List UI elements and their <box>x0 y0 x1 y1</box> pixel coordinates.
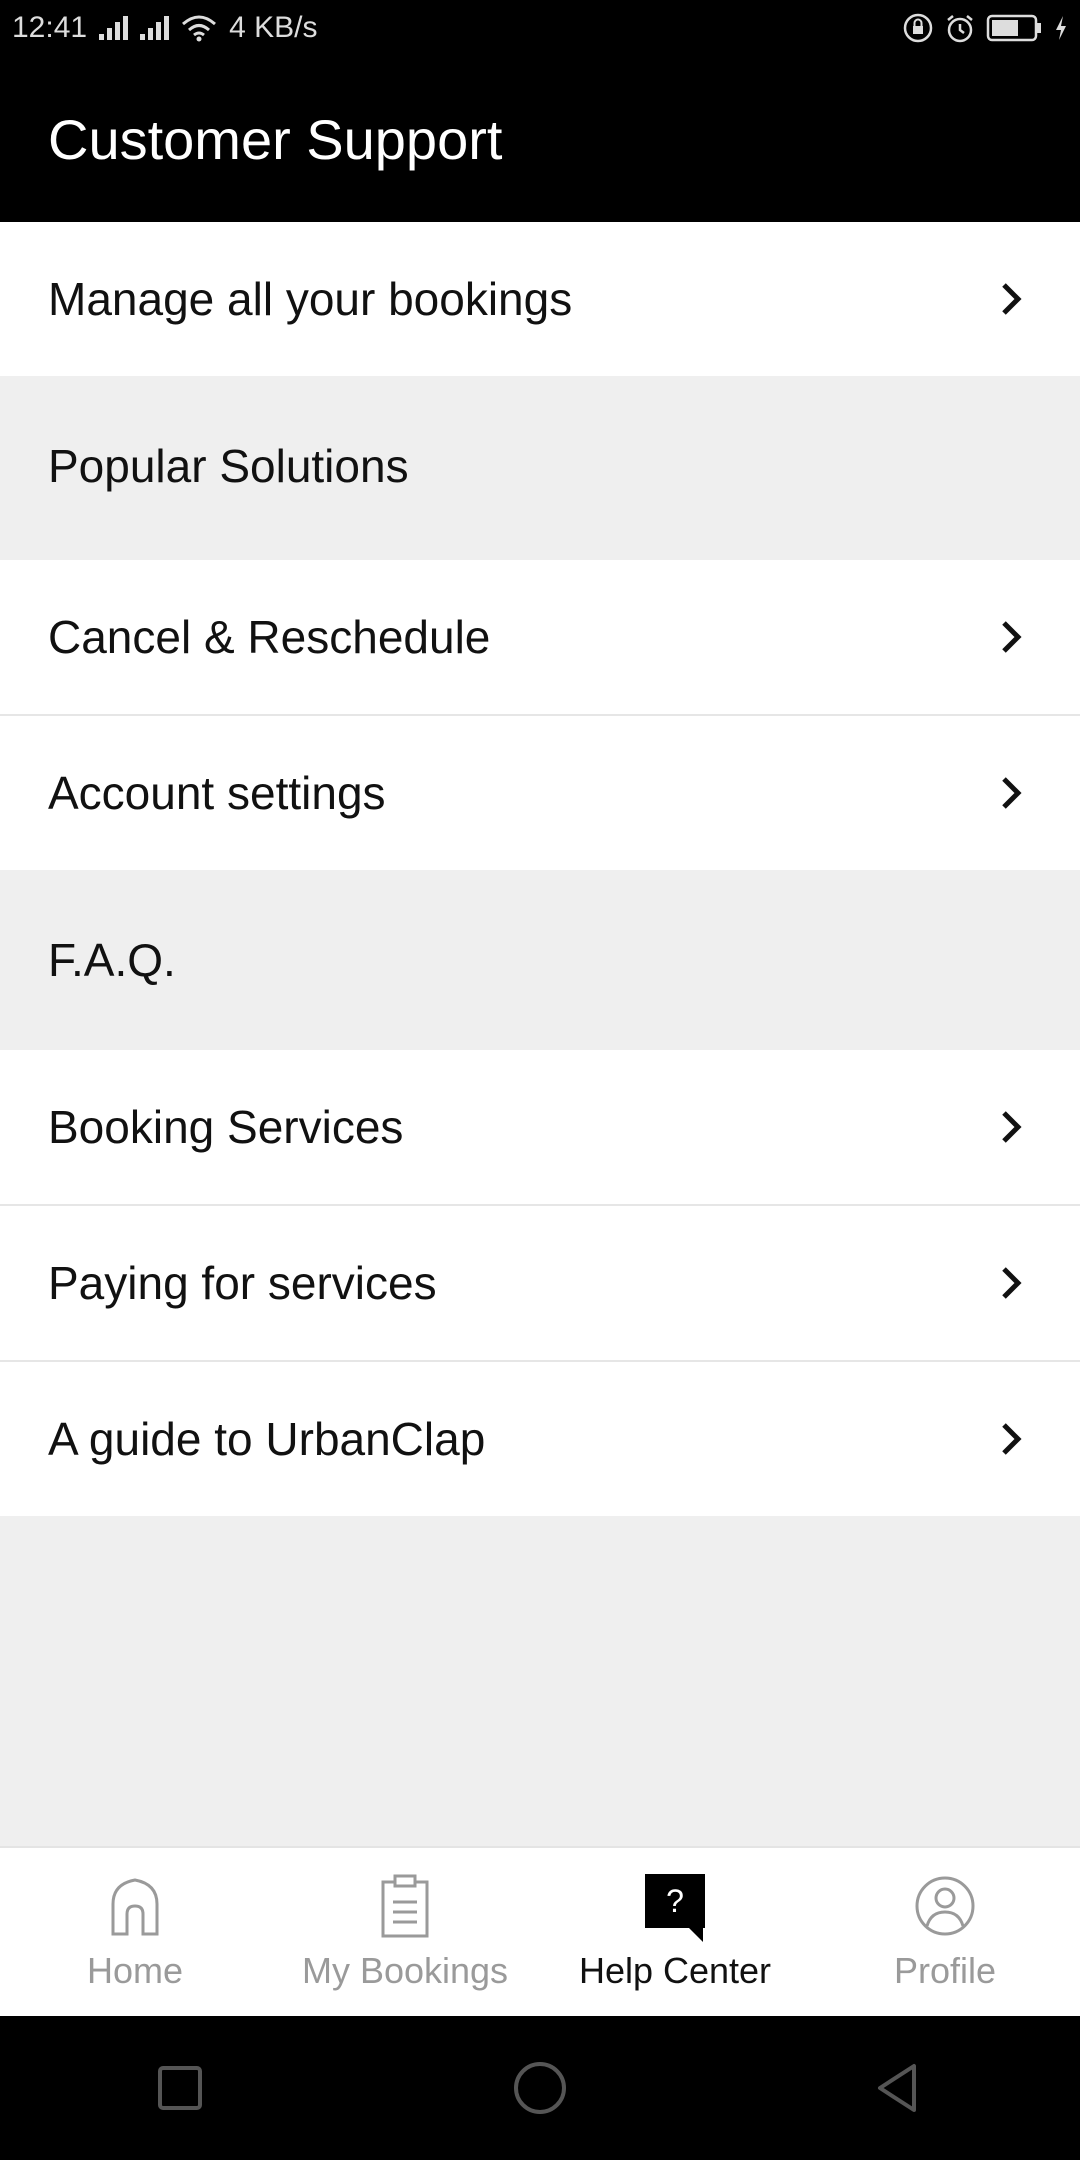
paying-for-services-row[interactable]: Paying for services <box>0 1206 1080 1360</box>
status-time: 12:41 <box>12 11 88 44</box>
manage-bookings-label: Manage all your bookings <box>48 273 573 325</box>
cancel-reschedule-row[interactable]: Cancel & Reschedule <box>0 560 1080 714</box>
guide-urbanclap-label: A guide to UrbanClap <box>48 1413 486 1465</box>
faq-header: F.A.Q. <box>0 870 1080 1050</box>
paying-for-services-label: Paying for services <box>48 1257 437 1309</box>
rotation-lock-icon <box>903 13 933 43</box>
manage-bookings-row[interactable]: Manage all your bookings <box>0 222 1080 376</box>
booking-services-label: Booking Services <box>48 1101 404 1153</box>
account-settings-label: Account settings <box>48 767 386 819</box>
help-center-glyph: ? <box>666 1883 684 1919</box>
tab-profile[interactable]: Profile <box>810 1848 1080 2016</box>
network-speed: 4 KB/s <box>229 11 318 44</box>
chevron-right-icon <box>1002 777 1022 809</box>
battery-icon <box>986 14 1041 42</box>
signal-icon <box>99 16 129 40</box>
page-title: Customer Support <box>48 107 503 171</box>
booking-services-row[interactable]: Booking Services <box>0 1050 1080 1204</box>
chevron-right-icon <box>1002 1111 1022 1143</box>
chevron-right-icon <box>1002 1267 1022 1299</box>
account-settings-row[interactable]: Account settings <box>0 716 1080 870</box>
tab-profile-label: Profile <box>893 1950 997 1991</box>
help-center-icon: ? <box>645 1874 705 1942</box>
bookings-icon <box>381 1874 429 1938</box>
alarm-icon <box>947 15 973 43</box>
faq-label: F.A.Q. <box>48 934 176 986</box>
recents-icon[interactable] <box>150 2058 210 2118</box>
home-button-icon[interactable] <box>510 2058 570 2118</box>
status-bar: 12:41 4 KB/s <box>0 0 1080 56</box>
tab-help-center[interactable]: ? Help Center <box>540 1848 810 2016</box>
back-icon[interactable] <box>870 2058 930 2118</box>
chevron-right-icon <box>1002 621 1022 653</box>
signal-icon <box>140 16 170 40</box>
popular-solutions-label: Popular Solutions <box>48 440 409 492</box>
bottom-tab-bar: Home My Bookings ? Help Center Profile <box>0 1846 1080 2016</box>
chevron-right-icon <box>1002 1423 1022 1455</box>
guide-urbanclap-row[interactable]: A guide to UrbanClap <box>0 1362 1080 1516</box>
tab-help-center-label: Help Center <box>578 1950 772 1991</box>
system-nav-bar <box>0 2016 1080 2160</box>
tab-my-bookings-label: My Bookings <box>301 1950 509 1991</box>
home-icon <box>111 1878 159 1936</box>
chevron-right-icon <box>1002 283 1022 315</box>
tab-my-bookings[interactable]: My Bookings <box>270 1848 540 2016</box>
popular-solutions-header: Popular Solutions <box>0 376 1080 556</box>
profile-icon <box>915 1876 975 1936</box>
tab-home-label: Home <box>86 1950 184 1991</box>
wifi-icon <box>182 15 217 42</box>
charging-icon <box>1056 16 1066 40</box>
app-header: Customer Support <box>0 56 1080 222</box>
cancel-reschedule-label: Cancel & Reschedule <box>48 611 491 663</box>
tab-home[interactable]: Home <box>0 1848 270 2016</box>
